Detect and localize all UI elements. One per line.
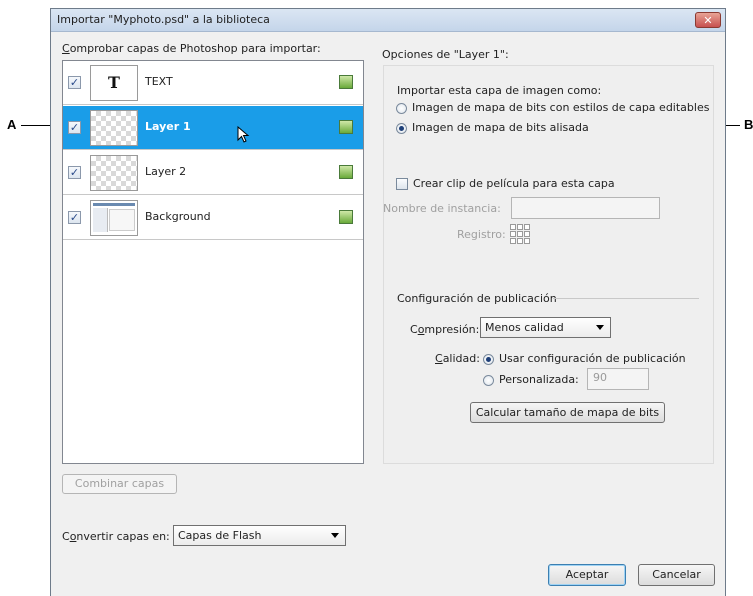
convert-select[interactable]: Capas de Flash [173, 525, 346, 546]
layer-row-layer1[interactable]: ✓ Layer 1 [63, 106, 363, 150]
instance-name-input[interactable] [511, 197, 660, 219]
layer-checkbox[interactable]: ✓ [68, 211, 81, 224]
import-option-editable-radio[interactable] [396, 103, 407, 114]
import-option-flattened-label[interactable]: Imagen de mapa de bits alisada [412, 121, 589, 134]
options-heading: Opciones de "Layer 1": [382, 48, 509, 61]
quality-custom-label[interactable]: Personalizada: [499, 373, 579, 386]
thumbnail-screenshot-panel [93, 208, 108, 232]
layer-thumbnail [90, 110, 138, 146]
layer-name: TEXT [145, 75, 173, 88]
movieclip-checkbox[interactable] [396, 178, 408, 190]
image-layer-icon [339, 75, 353, 89]
title-bar[interactable]: Importar "Myphoto.psd" a la biblioteca ✕ [51, 9, 725, 32]
layer-name: Layer 1 [145, 120, 191, 133]
ok-button[interactable]: Aceptar [548, 564, 626, 586]
registration-label: Registro: [457, 228, 506, 241]
image-layer-icon [339, 165, 353, 179]
registration-grid-icon[interactable] [509, 223, 531, 245]
quality-publish-label[interactable]: Usar configuración de publicación [499, 352, 686, 365]
layer-checkbox[interactable]: ✓ [68, 121, 81, 134]
layer-name: Background [145, 210, 211, 223]
close-icon: ✕ [703, 14, 713, 27]
layer-name: Layer 2 [145, 165, 187, 178]
cancel-button[interactable]: Cancelar [638, 564, 715, 586]
callout-b: B [744, 117, 753, 132]
convert-label: Convertir capas en: [62, 530, 170, 543]
layer-checkbox[interactable]: ✓ [68, 166, 81, 179]
quality-custom-radio[interactable] [483, 375, 494, 386]
close-button[interactable]: ✕ [695, 12, 721, 28]
layers-heading: Comprobar capas de Photoshop para import… [62, 42, 321, 55]
image-layer-icon [339, 210, 353, 224]
convert-label-text: nvertir capas en: [76, 530, 170, 543]
import-as-label: Importar esta capa de imagen como: [397, 84, 602, 97]
layer-thumbnail-background [90, 200, 138, 236]
compression-label: Compresión: [410, 323, 480, 336]
callout-b-line [726, 125, 740, 126]
chevron-down-icon [331, 533, 339, 538]
quality-publish-radio[interactable] [483, 354, 494, 365]
compression-select[interactable]: Menos calidad [480, 317, 611, 338]
callout-a: A [7, 117, 17, 132]
mouse-cursor-icon [237, 126, 250, 143]
publish-divider [553, 298, 699, 299]
compression-value: Menos calidad [485, 321, 564, 334]
layer-thumbnail-text: T [90, 65, 138, 101]
thumbnail-screenshot-content [109, 209, 135, 231]
layer-checkbox[interactable]: ✓ [68, 76, 81, 89]
callout-a-line [21, 125, 51, 126]
thumbnail-screenshot-bar [93, 203, 135, 206]
chevron-down-icon [596, 325, 604, 330]
import-dialog: Importar "Myphoto.psd" a la biblioteca ✕… [50, 8, 726, 596]
image-layer-icon [339, 120, 353, 134]
instance-label: Nombre de instancia: [383, 202, 501, 215]
convert-value: Capas de Flash [178, 529, 262, 542]
layer-row-background[interactable]: ✓ Background [63, 196, 363, 240]
combine-layers-button[interactable]: Combinar capas [62, 474, 177, 494]
quality-custom-input[interactable]: 90 [587, 368, 649, 390]
layer-thumbnail [90, 155, 138, 191]
layer-row-text[interactable]: ✓ T TEXT [63, 61, 363, 105]
import-option-flattened-radio[interactable] [396, 123, 407, 134]
calculate-bitmap-size-button[interactable]: Calcular tamaño de mapa de bits [470, 402, 665, 423]
quality-label: Calidad: [435, 352, 480, 365]
movieclip-label[interactable]: Crear clip de película para esta capa [413, 177, 615, 190]
dialog-title: Importar "Myphoto.psd" a la biblioteca [57, 13, 270, 26]
import-option-editable-label[interactable]: Imagen de mapa de bits con estilos de ca… [412, 101, 709, 114]
layers-list[interactable]: ✓ T TEXT ✓ Layer 1 ✓ Layer 2 ✓ Backgroun… [62, 60, 364, 464]
layers-heading-text: omprobar capas de Photoshop para importa… [69, 42, 321, 55]
publish-heading: Configuración de publicación [397, 292, 557, 305]
layer-row-layer2[interactable]: ✓ Layer 2 [63, 151, 363, 195]
